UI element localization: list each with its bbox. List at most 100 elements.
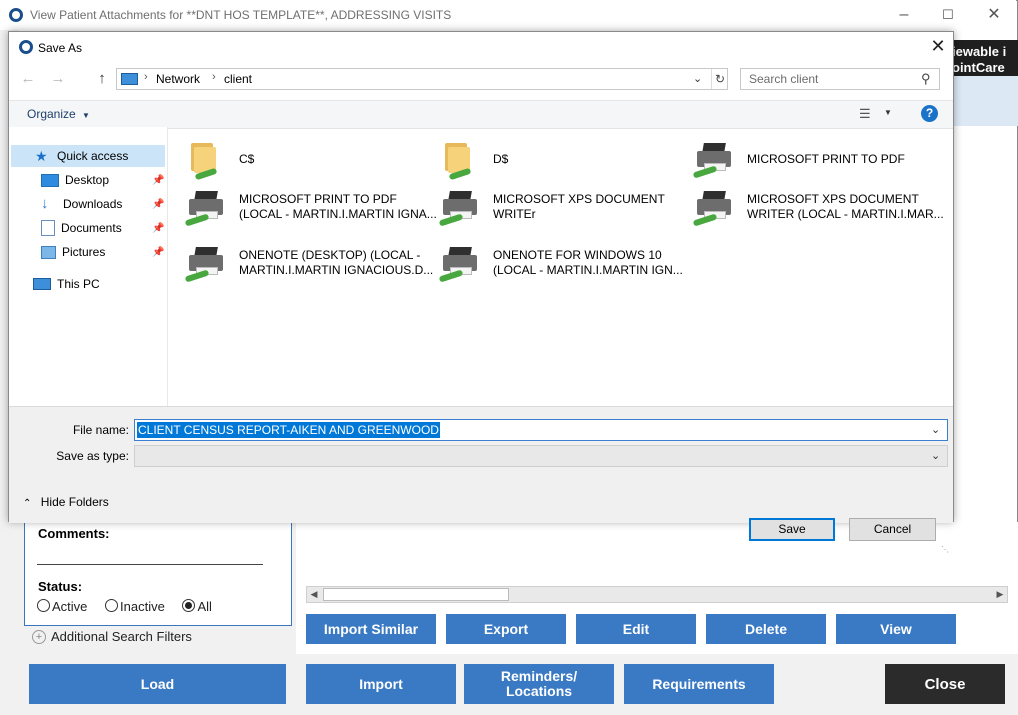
banner-line-2: ointCare: [952, 60, 1005, 75]
window-title: View Patient Attachments for **DNT HOS T…: [30, 8, 452, 22]
star-icon: ★: [35, 148, 48, 164]
organize-menu[interactable]: Organize ▼: [27, 107, 90, 121]
organize-label: Organize: [27, 107, 76, 121]
delete-button[interactable]: Delete: [706, 614, 826, 644]
comments-label: Comments:: [38, 526, 110, 541]
address-dropdown-icon[interactable]: ⌄: [693, 72, 702, 85]
status-all-radio[interactable]: All: [182, 599, 212, 614]
help-icon[interactable]: ?: [921, 105, 938, 122]
viewable-banner: iewable i ointCare: [944, 40, 1018, 76]
export-button[interactable]: Export: [446, 614, 566, 644]
command-bar: Organize ▼ ☰ ▼ ?: [9, 100, 953, 129]
dialog-close-icon[interactable]: ✕: [927, 36, 949, 56]
forward-arrow-icon[interactable]: →: [49, 70, 67, 87]
file-item[interactable]: ONENOTE (DESKTOP) (LOCAL - MARTIN.I.MARTI…: [184, 239, 434, 287]
dropdown-caret-icon: ▼: [82, 111, 90, 120]
network-folder-icon: [439, 139, 483, 181]
save-as-type-select[interactable]: ⌄: [134, 445, 948, 467]
plus-circle-icon: +: [32, 629, 46, 644]
close-button[interactable]: Close: [885, 664, 1005, 704]
network-printer-icon: [438, 243, 483, 283]
status-label: Status:: [38, 579, 83, 594]
nav-label: Quick access: [57, 149, 129, 163]
file-item[interactable]: MICROSOFT XPS DOCUMENT WRITEr: [438, 183, 665, 231]
cancel-button[interactable]: Cancel: [849, 518, 936, 541]
status-inactive-radio[interactable]: Inactive: [105, 599, 165, 614]
pin-icon[interactable]: 📌: [152, 175, 164, 186]
network-printer-icon: [184, 187, 229, 227]
file-item[interactable]: D$: [439, 135, 508, 183]
horizontal-scrollbar[interactable]: ◀ ▶: [306, 586, 1008, 603]
search-box[interactable]: Search client ⚲: [740, 68, 940, 90]
navigation-pane: ★ Quick access Desktop ↓ Downloads Docum…: [9, 127, 168, 406]
file-name-dropdown-icon[interactable]: ⌄: [931, 423, 940, 436]
view-options-icon[interactable]: ☰: [859, 106, 871, 122]
breadcrumb-separator-icon: ›: [212, 71, 216, 83]
nav-item-documents[interactable]: Documents: [41, 218, 122, 238]
up-arrow-icon[interactable]: ↑: [93, 70, 111, 87]
file-item[interactable]: MICROSOFT XPS DOCUMENT WRITER (LOCAL - MA…: [692, 183, 944, 231]
radio-circle-icon: [37, 599, 50, 612]
save-as-type-label: Save as type:: [56, 449, 129, 463]
header-band: [944, 76, 1018, 126]
import-button[interactable]: Import: [306, 664, 456, 704]
load-button[interactable]: Load: [29, 664, 286, 704]
pin-icon[interactable]: 📌: [152, 223, 164, 234]
app-logo-icon: [9, 8, 23, 22]
radio-circle-icon: [105, 599, 119, 612]
nav-label: Desktop: [65, 173, 110, 187]
file-item[interactable]: ONENOTE FOR WINDOWS 10 (LOCAL - MARTIN.I.…: [438, 239, 683, 287]
search-input[interactable]: Search client: [749, 72, 818, 86]
app-logo-icon: [19, 40, 33, 54]
banner-line-1: iewable i: [952, 44, 1007, 59]
breadcrumb-client[interactable]: client: [224, 72, 252, 86]
nav-item-this-pc[interactable]: This PC: [33, 274, 100, 294]
address-bar[interactable]: › Network › client ⌄ ↻: [116, 68, 728, 90]
requirements-button[interactable]: Requirements: [624, 664, 774, 704]
back-arrow-icon[interactable]: ←: [19, 70, 37, 87]
hide-folders-toggle[interactable]: ⌃ Hide Folders: [23, 495, 109, 509]
file-name-label: File name:: [72, 423, 129, 437]
close-window-icon[interactable]: ✕: [982, 5, 1006, 25]
refresh-icon[interactable]: ↻: [711, 69, 728, 89]
file-name: ONENOTE (DESKTOP) (LOCAL - MARTIN.I.MARTI…: [239, 248, 434, 277]
status-inactive-label: Inactive: [120, 599, 165, 614]
breadcrumb-network[interactable]: Network: [156, 72, 200, 86]
save-as-type-dropdown-icon[interactable]: ⌄: [931, 449, 940, 462]
save-as-dialog: Save As ✕ ← → ↑ › Network › client ⌄ ↻ S…: [8, 31, 954, 554]
file-item[interactable]: C$: [185, 135, 254, 183]
search-icon[interactable]: ⚲: [921, 71, 931, 87]
view-button[interactable]: View: [836, 614, 956, 644]
view-dropdown-icon[interactable]: ▼: [884, 108, 892, 117]
additional-filters-toggle[interactable]: + Additional Search Filters: [32, 629, 192, 644]
maximize-icon[interactable]: ☐: [936, 5, 960, 25]
file-name: MICROSOFT XPS DOCUMENT WRITER (LOCAL - MA…: [747, 192, 944, 221]
desktop-icon: [41, 173, 59, 187]
file-name-input-value[interactable]: CLIENT CENSUS REPORT-AIKEN AND GREENWOOD: [137, 422, 440, 438]
nav-item-downloads[interactable]: ↓ Downloads: [41, 194, 122, 214]
scroll-left-icon[interactable]: ◀: [307, 588, 321, 601]
import-similar-button[interactable]: Import Similar: [306, 614, 436, 644]
file-list: C$ D$ MICROSOFT PRINT TO PDF MICROSOFT P…: [179, 127, 953, 406]
file-name: MICROSOFT XPS DOCUMENT WRITEr: [493, 192, 665, 221]
scrollbar-thumb[interactable]: [323, 588, 509, 601]
reminders-locations-button[interactable]: Reminders/ Locations: [464, 664, 614, 704]
status-active-radio[interactable]: Active: [37, 599, 87, 614]
file-name-field[interactable]: CLIENT CENSUS REPORT-AIKEN AND GREENWOOD…: [134, 419, 948, 441]
save-button[interactable]: Save: [749, 518, 835, 541]
comments-field[interactable]: [37, 564, 263, 565]
resize-grip-icon[interactable]: ⋱: [941, 545, 949, 554]
window-titlebar: View Patient Attachments for **DNT HOS T…: [0, 0, 1016, 30]
scroll-right-icon[interactable]: ▶: [993, 588, 1007, 601]
file-name: MICROSOFT PRINT TO PDF (LOCAL - MARTIN.I.…: [239, 192, 437, 221]
nav-item-pictures[interactable]: Pictures: [41, 242, 105, 262]
nav-item-desktop[interactable]: Desktop: [41, 170, 109, 190]
minimize-icon[interactable]: –: [892, 5, 916, 25]
pin-icon[interactable]: 📌: [152, 247, 164, 258]
nav-item-quick-access[interactable]: ★ Quick access: [35, 146, 128, 166]
pin-icon[interactable]: 📌: [152, 199, 164, 210]
edit-button[interactable]: Edit: [576, 614, 696, 644]
nav-label: Documents: [61, 221, 122, 235]
file-item[interactable]: MICROSOFT PRINT TO PDF: [692, 135, 905, 183]
file-item[interactable]: MICROSOFT PRINT TO PDF (LOCAL - MARTIN.I.…: [184, 183, 437, 231]
